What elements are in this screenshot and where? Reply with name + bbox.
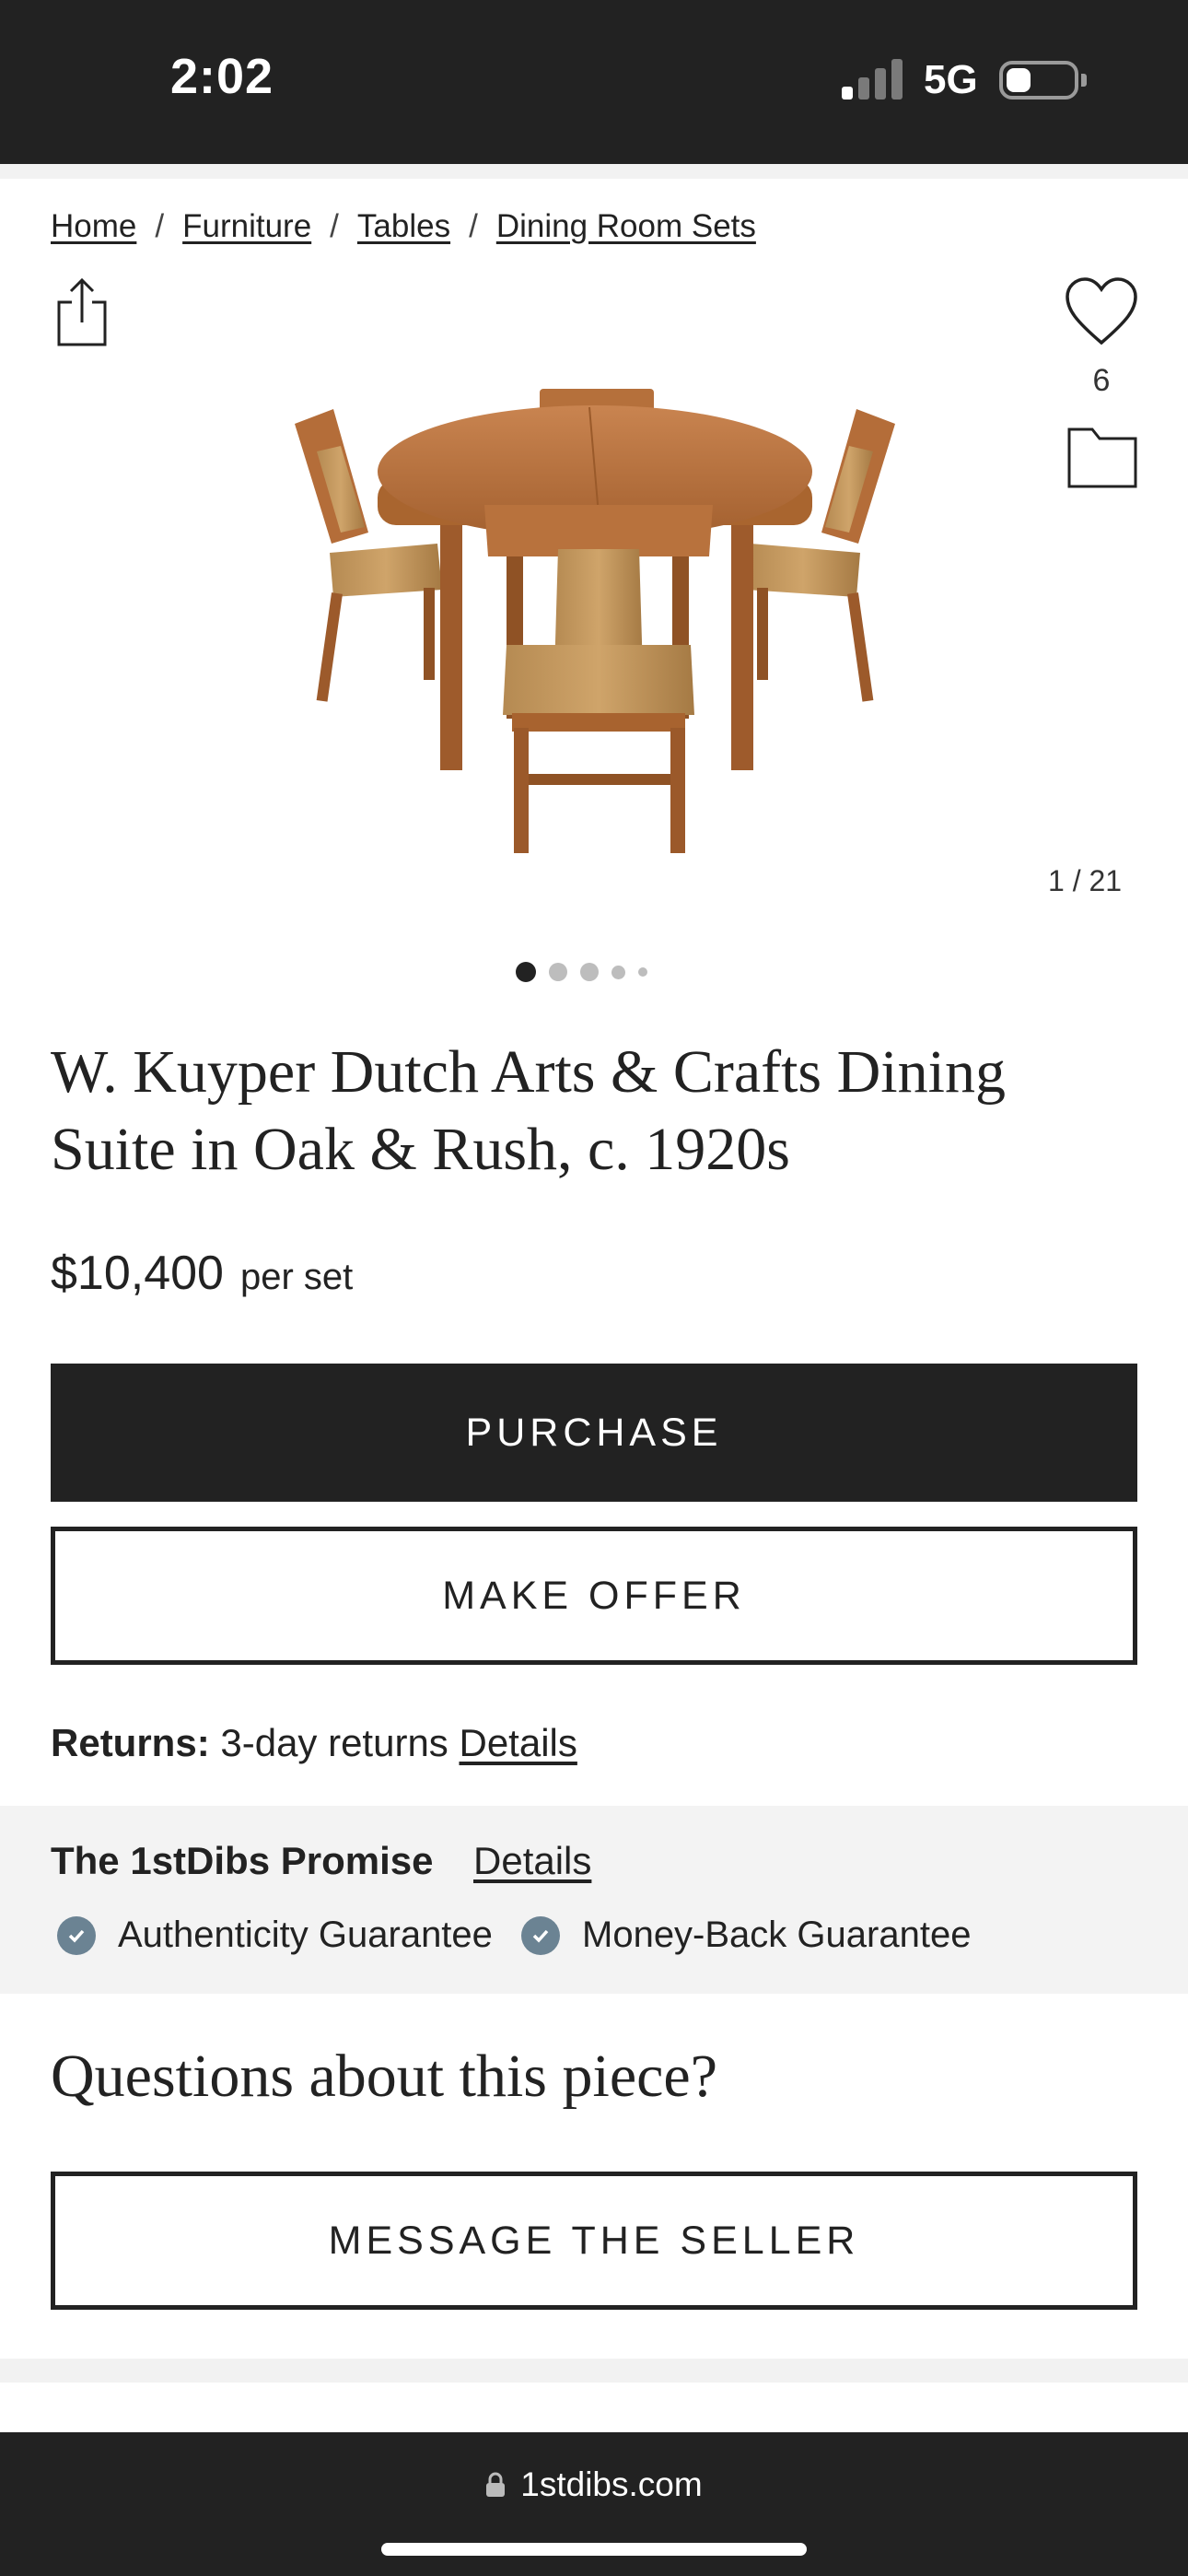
- questions-heading: Questions about this piece?: [51, 2043, 718, 2110]
- carousel-dot[interactable]: [549, 963, 567, 981]
- promise-details-link[interactable]: Details: [473, 1839, 591, 1883]
- carousel-dot[interactable]: [638, 967, 647, 977]
- carousel-dot-active[interactable]: [516, 962, 536, 982]
- status-bar: 2:02 5G: [0, 0, 1188, 164]
- url-text: 1stdibs.com: [520, 2465, 703, 2503]
- bottom-divider: [0, 2359, 1188, 2383]
- check-icon: [57, 1915, 96, 1955]
- image-counter: 1 / 21: [1048, 864, 1123, 897]
- breadcrumb-separator: /: [469, 208, 478, 244]
- product-image[interactable]: [276, 369, 921, 866]
- money-back-guarantee: Money-Back Guarantee: [521, 1914, 971, 1956]
- battery-icon: [999, 61, 1078, 100]
- carousel-dots: [516, 962, 660, 982]
- make-offer-button[interactable]: MAKE OFFER: [51, 1527, 1137, 1665]
- breadcrumb-separator: /: [330, 208, 339, 244]
- breadcrumb-home[interactable]: Home: [51, 208, 136, 245]
- product-title: W. Kuyper Dutch Arts & Crafts Dining Sui…: [51, 1038, 1006, 1183]
- check-icon: [521, 1915, 560, 1955]
- purchase-button[interactable]: PURCHASE: [51, 1364, 1137, 1502]
- returns-label: Returns:: [51, 1721, 210, 1764]
- folder-icon[interactable]: [1066, 426, 1138, 490]
- breadcrumb-furniture[interactable]: Furniture: [182, 208, 311, 245]
- authenticity-guarantee: Authenticity Guarantee: [57, 1914, 493, 1956]
- returns-details-link[interactable]: Details: [459, 1721, 577, 1764]
- price-unit: per set: [239, 1257, 354, 1297]
- guarantee-label: Money-Back Guarantee: [582, 1914, 972, 1955]
- browser-bar: 1stdibs.com: [0, 2432, 1188, 2576]
- heart-icon[interactable]: [1065, 276, 1138, 348]
- breadcrumb-tables[interactable]: Tables: [357, 208, 450, 245]
- promise-section: The 1stDibs Promise Details Authenticity…: [0, 1806, 1188, 1994]
- guarantee-label: Authenticity Guarantee: [118, 1914, 493, 1955]
- returns-text: 3-day returns: [220, 1721, 448, 1764]
- lock-icon: [486, 2472, 506, 2497]
- top-divider: [0, 164, 1188, 179]
- battery-cap: [1081, 74, 1087, 87]
- returns-info: Returns: 3-day returns Details: [51, 1721, 577, 1765]
- home-indicator[interactable]: [381, 2543, 807, 2556]
- breadcrumb-dining-room-sets[interactable]: Dining Room Sets: [496, 208, 756, 245]
- network-type: 5G: [924, 57, 978, 102]
- carousel-dot[interactable]: [611, 965, 625, 979]
- status-time: 2:02: [170, 49, 274, 104]
- share-icon[interactable]: [53, 276, 111, 348]
- price-row: $10,400 per set: [51, 1246, 353, 1301]
- product-price: $10,400: [51, 1247, 224, 1300]
- promise-title: The 1stDibs Promise: [51, 1839, 434, 1882]
- favorites-count: 6: [1092, 363, 1111, 398]
- breadcrumb: Home / Furniture / Tables / Dining Room …: [51, 208, 756, 245]
- url-bar[interactable]: 1stdibs.com: [0, 2465, 1188, 2504]
- breadcrumb-separator: /: [155, 208, 165, 244]
- cellular-signal-icon: [842, 59, 903, 100]
- message-seller-button[interactable]: MESSAGE THE SELLER: [51, 2172, 1137, 2310]
- carousel-dot[interactable]: [580, 963, 599, 981]
